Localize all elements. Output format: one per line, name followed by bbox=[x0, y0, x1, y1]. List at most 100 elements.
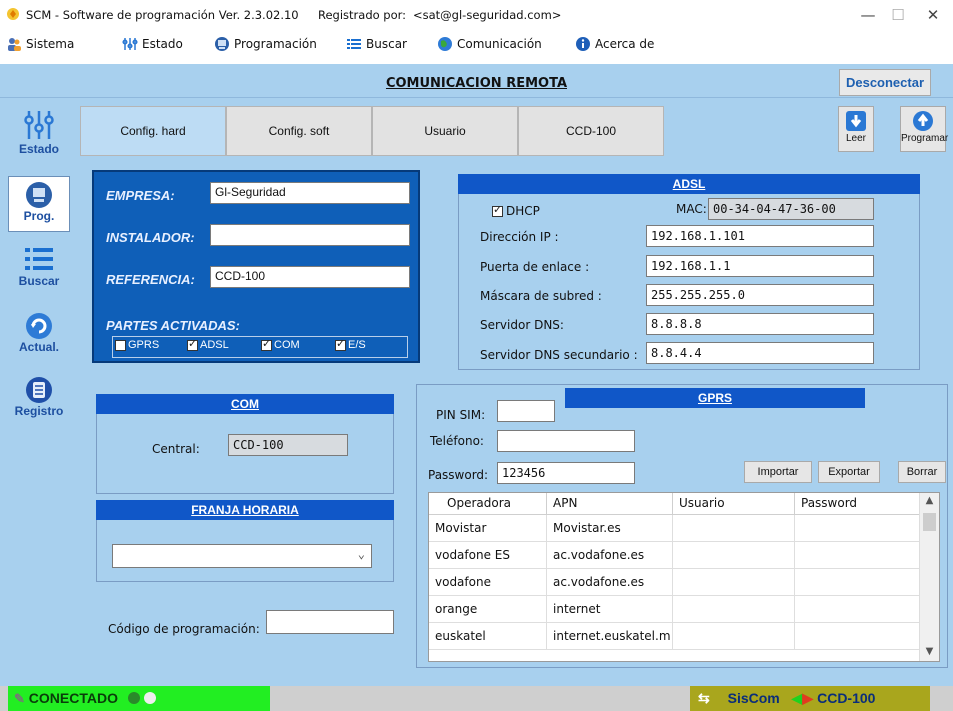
com-title: COM bbox=[96, 394, 394, 414]
table-cell[interactable]: ac.vodafone.es bbox=[547, 569, 673, 596]
pin-input[interactable] bbox=[497, 400, 555, 422]
table-cell[interactable]: orange bbox=[429, 596, 547, 623]
close-button[interactable]: ✕ bbox=[918, 4, 948, 26]
table-cell[interactable]: internet.euskatel.m bbox=[547, 623, 673, 650]
sidebar-item-actual[interactable]: Actual. bbox=[8, 308, 70, 364]
table-cell[interactable]: Movistar bbox=[429, 515, 547, 542]
menu-estado[interactable]: Estado bbox=[122, 36, 183, 52]
table-cell[interactable]: vodafone ES bbox=[429, 542, 547, 569]
chevron-down-icon[interactable]: ▼ bbox=[920, 646, 939, 657]
sidebar-item-estado[interactable]: Estado bbox=[8, 106, 70, 168]
tab-config-hard[interactable]: Config. hard bbox=[80, 106, 226, 156]
codigo-label: Código de programación: bbox=[108, 622, 260, 636]
chevron-down-icon: ⌄ bbox=[357, 547, 365, 561]
table-cell[interactable] bbox=[673, 542, 795, 569]
device-label: CCD-100 bbox=[817, 690, 876, 706]
tab-ccd-100[interactable]: CCD-100 bbox=[518, 106, 664, 156]
table-cell[interactable] bbox=[795, 596, 921, 623]
export-button[interactable]: Exportar bbox=[818, 461, 880, 483]
disconnect-button[interactable]: Desconectar bbox=[839, 69, 931, 96]
menu-acerca[interactable]: Acerca de bbox=[575, 36, 654, 52]
part-com-label: COM bbox=[274, 339, 300, 351]
dns-input[interactable]: 8.8.8.8 bbox=[646, 313, 874, 335]
table-cell[interactable]: euskatel bbox=[429, 623, 547, 650]
scroll-thumb[interactable] bbox=[923, 513, 936, 531]
import-button[interactable]: Importar bbox=[744, 461, 812, 483]
network-icon bbox=[22, 108, 56, 142]
password-input[interactable]: 123456 bbox=[497, 462, 635, 484]
table-cell[interactable] bbox=[673, 623, 795, 650]
central-label: Central: bbox=[152, 442, 200, 456]
refresh-icon bbox=[25, 312, 53, 340]
gateway-label: Puerta de enlace : bbox=[480, 260, 590, 274]
table-cell[interactable] bbox=[795, 542, 921, 569]
delete-button[interactable]: Borrar bbox=[898, 461, 946, 483]
menu-sistema[interactable]: Sistema bbox=[6, 36, 74, 52]
referencia-input[interactable]: CCD-100 bbox=[210, 266, 410, 288]
apn-table: Operadora APN Usuario Password Movistar … bbox=[428, 492, 940, 662]
mask-label: Máscara de subred : bbox=[480, 289, 602, 303]
status-led-icon bbox=[127, 692, 140, 704]
adsl-title: ADSL bbox=[458, 174, 920, 194]
table-cell[interactable] bbox=[673, 515, 795, 542]
parts-checkbox-group: GPRS ADSL COM E/S bbox=[112, 336, 408, 358]
menu-programacion[interactable]: Programación bbox=[214, 36, 317, 52]
sidebar-item-prog[interactable]: Prog. bbox=[8, 176, 70, 232]
table-cell[interactable]: vodafone bbox=[429, 569, 547, 596]
tab-usuario[interactable]: Usuario bbox=[372, 106, 518, 156]
table-scrollbar[interactable]: ▲ ▼ bbox=[919, 493, 939, 661]
table-header-password[interactable]: Password bbox=[795, 493, 921, 515]
globe-icon bbox=[437, 36, 453, 52]
table-header-usuario[interactable]: Usuario bbox=[673, 493, 795, 515]
dhcp-checkbox[interactable]: DHCP bbox=[492, 203, 540, 218]
table-cell[interactable]: Movistar.es bbox=[547, 515, 673, 542]
checkbox-icon bbox=[115, 339, 126, 351]
part-adsl-checkbox[interactable]: ADSL bbox=[187, 337, 229, 351]
table-cell[interactable] bbox=[673, 596, 795, 623]
mask-input[interactable]: 255.255.255.0 bbox=[646, 284, 874, 306]
empresa-label: EMPRESA: bbox=[106, 188, 175, 203]
document-icon bbox=[25, 376, 53, 404]
part-es-label: E/S bbox=[348, 339, 366, 351]
franja-select[interactable]: ⌄ bbox=[112, 544, 372, 568]
dns2-input[interactable]: 8.8.4.4 bbox=[646, 342, 874, 364]
status-bar: ✎ CONECTADO ⇆ SisCom ◀▶ CCD-100 bbox=[0, 686, 953, 711]
phone-input[interactable] bbox=[497, 430, 635, 452]
siscom-label: SisCom bbox=[727, 690, 780, 706]
ip-input[interactable]: 192.168.1.101 bbox=[646, 225, 874, 247]
table-cell[interactable]: ac.vodafone.es bbox=[547, 542, 673, 569]
codigo-input[interactable] bbox=[266, 610, 394, 634]
table-cell[interactable]: internet bbox=[547, 596, 673, 623]
table-cell[interactable] bbox=[673, 569, 795, 596]
menu-sistema-label: Sistema bbox=[26, 37, 75, 51]
central-field: CCD-100 bbox=[228, 434, 348, 456]
minimize-button[interactable]: — bbox=[853, 4, 883, 26]
title-bar: SCM - Software de programación Ver. 2.3.… bbox=[0, 0, 953, 30]
empresa-input[interactable]: Gl-Seguridad bbox=[210, 182, 410, 204]
table-header-operadora[interactable]: Operadora bbox=[429, 493, 547, 515]
instalador-input[interactable] bbox=[210, 224, 410, 246]
device-status: ⇆ SisCom ◀▶ CCD-100 bbox=[690, 686, 930, 711]
sidebar-item-registro[interactable]: Registro bbox=[8, 374, 70, 430]
menu-bar: Sistema Estado Programación Buscar Comun… bbox=[0, 30, 953, 60]
tab-config-soft[interactable]: Config. soft bbox=[226, 106, 372, 156]
chevron-up-icon[interactable]: ▲ bbox=[920, 495, 939, 506]
read-button[interactable]: Leer bbox=[838, 106, 874, 152]
disk-icon bbox=[214, 36, 230, 52]
table-cell[interactable] bbox=[795, 623, 921, 650]
table-cell[interactable] bbox=[795, 569, 921, 596]
checkbox-checked-icon bbox=[261, 337, 272, 351]
program-button[interactable]: Programar bbox=[900, 106, 948, 152]
table-header-apn[interactable]: APN bbox=[547, 493, 673, 515]
sidebar-item-buscar[interactable]: Buscar bbox=[8, 242, 70, 298]
part-com-checkbox[interactable]: COM bbox=[261, 337, 300, 351]
table-cell[interactable] bbox=[795, 515, 921, 542]
part-gprs-checkbox[interactable]: GPRS bbox=[115, 339, 159, 351]
menu-comunicacion[interactable]: Comunicación bbox=[437, 36, 542, 52]
part-es-checkbox[interactable]: E/S bbox=[335, 337, 366, 351]
maximize-button[interactable]: ☐ bbox=[883, 4, 913, 26]
part-adsl-label: ADSL bbox=[200, 339, 229, 351]
gateway-input[interactable]: 192.168.1.1 bbox=[646, 255, 874, 277]
menu-acerca-label: Acerca de bbox=[595, 37, 655, 51]
menu-buscar[interactable]: Buscar bbox=[346, 36, 407, 52]
